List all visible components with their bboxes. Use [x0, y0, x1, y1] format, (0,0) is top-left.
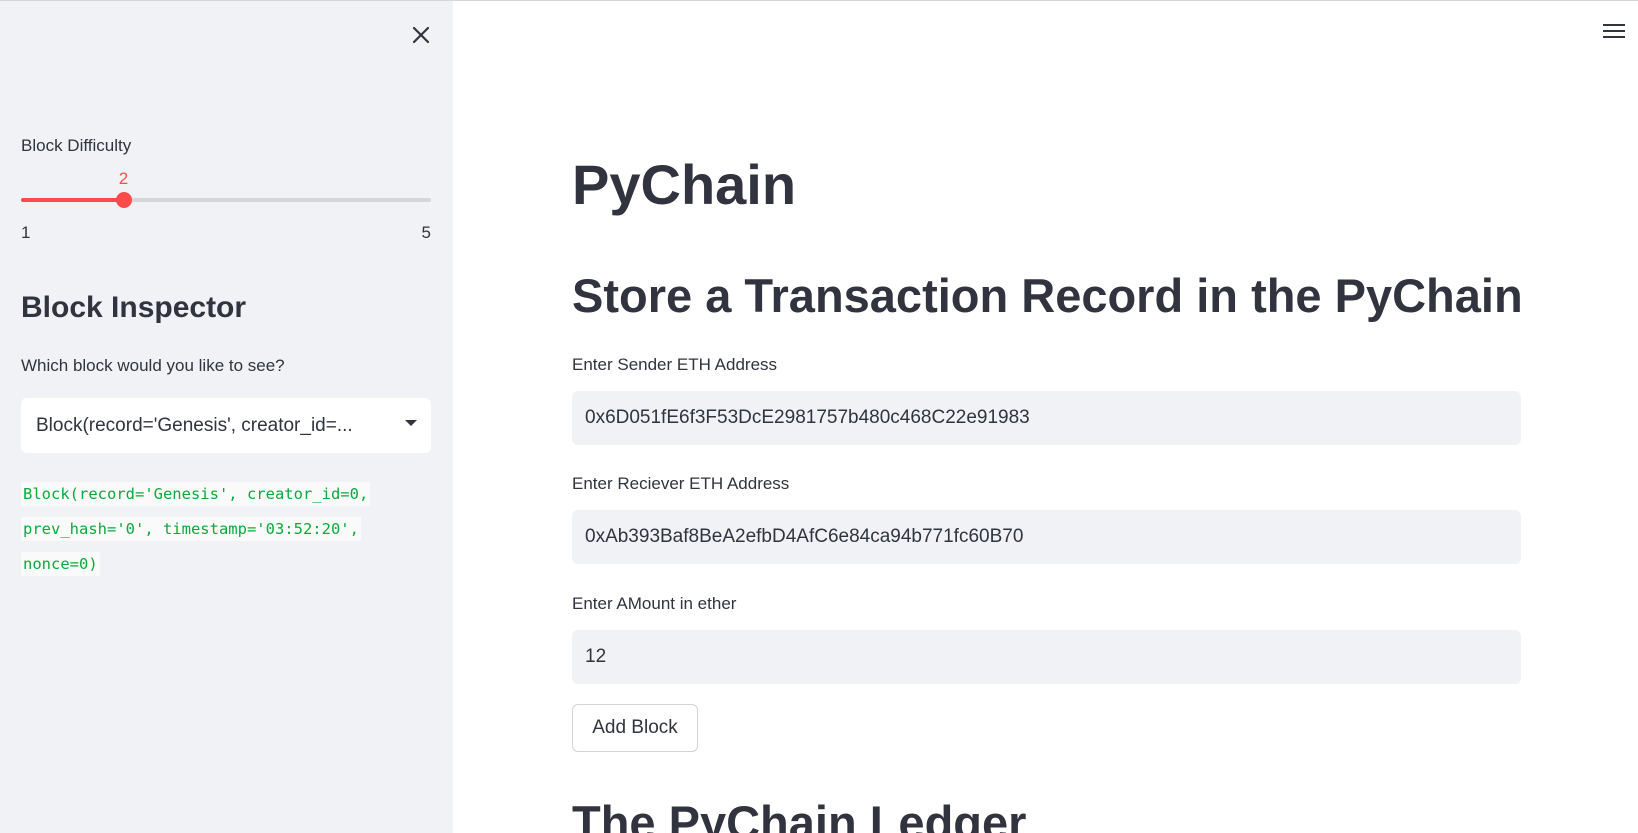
main-menu-button[interactable]	[1601, 18, 1627, 44]
code-line: prev_hash='0', timestamp='03:52:20',	[23, 520, 359, 538]
receiver-address-input[interactable]	[572, 510, 1521, 564]
block-code-output: Block(record='Genesis', creator_id=0,pre…	[21, 477, 411, 582]
slider-track[interactable]	[21, 198, 431, 202]
block-difficulty-slider[interactable]: 2 1 5	[21, 167, 431, 242]
block-difficulty-label: Block Difficulty	[21, 136, 132, 155]
slider-max-label: 5	[421, 223, 431, 242]
code-line: Block(record='Genesis', creator_id=0,	[23, 485, 369, 503]
add-block-button[interactable]: Add Block	[572, 704, 698, 752]
block-select[interactable]: Block(record='Genesis', creator_id=...	[21, 398, 431, 453]
amount-label: Enter AMount in ether	[572, 594, 737, 613]
section-title: Store a Transaction Record in the PyChai…	[572, 269, 1523, 322]
amount-input[interactable]	[572, 630, 1521, 684]
sender-address-input[interactable]	[572, 391, 1521, 445]
slider-current-value: 2	[118, 169, 129, 188]
sender-address-label: Enter Sender ETH Address	[572, 355, 778, 374]
block-code-text: Block(record='Genesis', creator_id=0,pre…	[21, 482, 371, 576]
block-inspector-heading: Block Inspector	[21, 291, 247, 324]
sidebar: Block Difficulty 2 1 5 Block Inspector W…	[0, 1, 453, 833]
slider-thumb[interactable]	[115, 192, 132, 208]
block-select-label: Which block would you like to see?	[21, 356, 285, 375]
receiver-address-label: Enter Reciever ETH Address	[572, 474, 790, 493]
slider-fill	[21, 198, 124, 202]
app-root: Block Difficulty 2 1 5 Block Inspector W…	[0, 0, 1638, 833]
page-title: PyChain	[572, 153, 797, 216]
hamburger-menu-icon	[1603, 24, 1625, 38]
slider-min-label: 1	[21, 223, 31, 242]
close-icon	[412, 26, 430, 44]
close-sidebar-button[interactable]	[405, 19, 437, 51]
caret-down-icon	[405, 420, 417, 426]
block-select-value: Block(record='Genesis', creator_id=...	[36, 414, 353, 436]
ledger-title: The PyChain Ledger	[572, 796, 1027, 833]
code-line: nonce=0)	[23, 555, 98, 573]
